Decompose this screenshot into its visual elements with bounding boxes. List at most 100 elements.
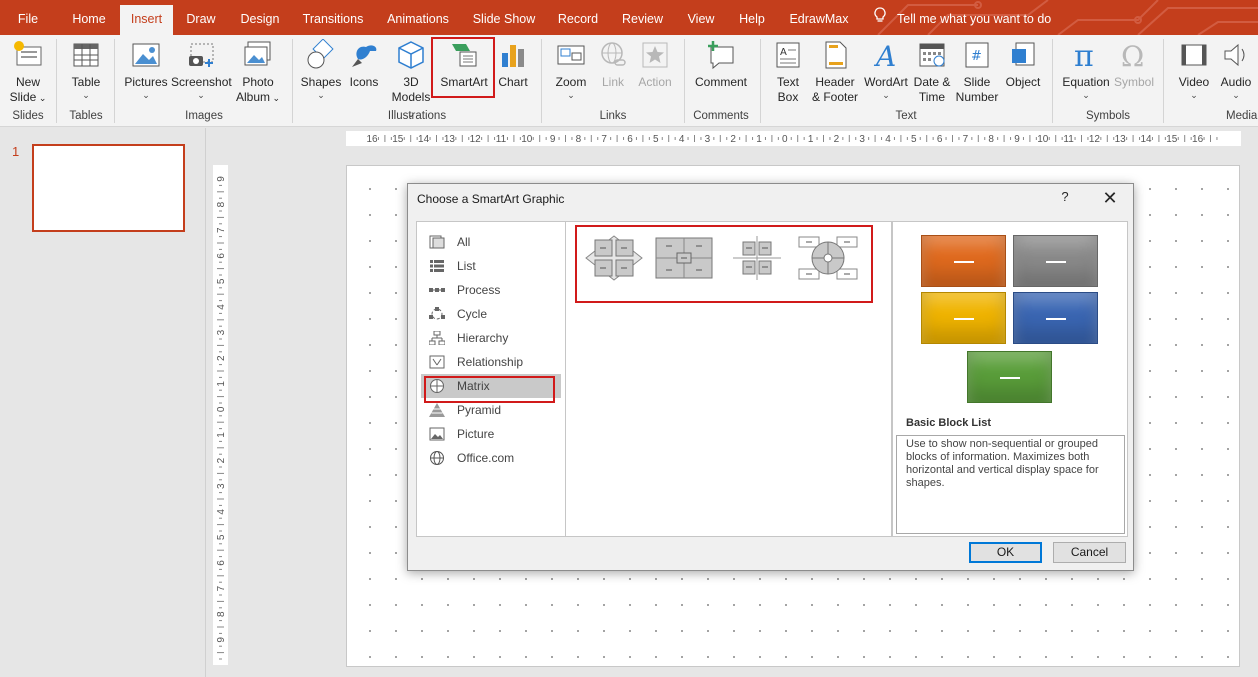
ruler-number: 5: [216, 278, 227, 284]
new-slide-button[interactable]: New Slide ⌄: [6, 39, 50, 106]
category-label: Picture: [457, 427, 495, 441]
category-label: All: [457, 235, 471, 249]
chart-button[interactable]: Chart: [495, 39, 531, 90]
category-process[interactable]: Process: [421, 278, 561, 302]
tab-insert[interactable]: Insert: [120, 5, 173, 35]
svg-text:A: A: [873, 40, 896, 71]
tell-me-text: Tell me what you want to do: [897, 12, 1052, 26]
tab-view[interactable]: View: [680, 6, 722, 35]
text-box-button[interactable]: A Text Box: [766, 39, 810, 105]
group-separator: [1163, 39, 1164, 123]
pi-icon: π: [1074, 39, 1094, 71]
slide-thumbnail[interactable]: [32, 144, 185, 232]
tab-edrawmax[interactable]: EdrawMax: [784, 6, 854, 35]
category-relationship[interactable]: Relationship: [421, 350, 561, 374]
comment-button[interactable]: Comment: [690, 39, 752, 90]
ruler-number: 13: [444, 134, 456, 145]
tab-design[interactable]: Design: [232, 6, 288, 35]
layout-grid-matrix[interactable]: [727, 234, 787, 282]
ruler-number: 11: [1063, 134, 1074, 145]
screenshot-button[interactable]: Screenshot ⌄: [171, 39, 232, 100]
category-office-com[interactable]: Office.com: [421, 446, 561, 470]
link-button[interactable]: Link: [595, 39, 631, 90]
category-label: List: [457, 259, 476, 273]
comment-icon: [708, 41, 734, 70]
ruler-number: 3: [859, 134, 865, 145]
tab-home[interactable]: Home: [64, 6, 114, 35]
category-list-item[interactable]: List: [421, 254, 561, 278]
tab-file[interactable]: File: [6, 6, 50, 35]
pictures-button[interactable]: Pictures ⌄: [122, 39, 170, 100]
group-label-links: Links: [599, 110, 627, 122]
omega-icon: Ω: [1121, 40, 1144, 71]
pictures-label: Pictures: [124, 75, 168, 89]
shapes-label: Shapes: [300, 75, 342, 89]
ruler-number: 8: [988, 134, 994, 145]
slide-number-button[interactable]: # Slide Number: [954, 39, 1000, 105]
tab-draw[interactable]: Draw: [178, 6, 224, 35]
help-button[interactable]: ?: [1056, 189, 1074, 209]
symbol-button[interactable]: Ω Symbol: [1112, 39, 1156, 90]
object-label: Object: [1005, 75, 1041, 89]
tab-record[interactable]: Record: [552, 6, 604, 35]
table-button[interactable]: Table ⌄: [64, 39, 108, 100]
zoom-button[interactable]: Zoom ⌄: [549, 39, 593, 100]
tab-transitions[interactable]: Transitions: [298, 6, 368, 35]
header-footer-button[interactable]: Header & Footer: [810, 39, 860, 105]
svg-text:π: π: [1074, 39, 1094, 71]
ruler-number: 5: [911, 134, 917, 145]
ruler-number: 14: [418, 134, 430, 145]
group-label-media: Media: [1226, 110, 1258, 122]
pictures-dropdown-icon: ⌄: [142, 90, 150, 100]
comment-label: Comment: [694, 75, 747, 89]
ruler-number: 11: [496, 134, 507, 145]
ruler-number: 9: [216, 176, 227, 182]
audio-button[interactable]: Audio ⌄: [1216, 39, 1256, 100]
shapes-button[interactable]: Shapes ⌄: [300, 39, 342, 100]
object-button[interactable]: Object: [1001, 39, 1045, 90]
icons-button[interactable]: Icons: [345, 39, 383, 90]
ruler-number: 7: [216, 585, 227, 591]
shapes-icon: [307, 39, 334, 69]
equation-button[interactable]: π Equation ⌄: [1058, 39, 1114, 100]
category-cycle[interactable]: Cycle: [421, 302, 561, 326]
vertical-ruler-ticks: 9 8 7 6 5 4 3 2 1 0 1 2 3 4 5 6 7 8 9: [216, 176, 227, 660]
svg-text:A: A: [780, 47, 787, 58]
link-globe-icon: [601, 42, 626, 66]
layout-cycle-matrix[interactable]: [798, 234, 858, 282]
group-label-comments: Comments: [693, 110, 749, 122]
ruler-number: 6: [627, 134, 633, 145]
photo-album-button[interactable]: Photo Album ⌄: [233, 39, 283, 106]
wordart-button[interactable]: A WordArt ⌄: [861, 39, 911, 100]
layout-titled-matrix[interactable]: [654, 234, 714, 282]
tab-animations[interactable]: Animations: [380, 6, 456, 35]
tab-slide-show[interactable]: Slide Show: [468, 6, 540, 35]
film-icon: [1181, 44, 1207, 66]
category-all[interactable]: All: [421, 230, 561, 254]
layout-basic-matrix[interactable]: [584, 234, 644, 282]
tab-help[interactable]: Help: [731, 6, 773, 35]
tab-review[interactable]: Review: [615, 6, 670, 35]
slide-number-label-1: Slide: [963, 75, 991, 89]
cancel-button[interactable]: Cancel: [1053, 542, 1126, 563]
relationship-icon: [429, 355, 445, 369]
object-icon: [1012, 42, 1035, 66]
audio-dropdown-icon: ⌄: [1232, 90, 1240, 100]
tell-me-search[interactable]: Tell me what you want to do: [873, 6, 1051, 32]
close-button[interactable]: ✕: [1098, 187, 1122, 209]
video-button[interactable]: Video ⌄: [1172, 39, 1216, 100]
ruler-number: 14: [1140, 134, 1152, 145]
ruler-number: 6: [216, 560, 227, 566]
wordart-dropdown-icon: ⌄: [882, 90, 890, 100]
category-hierarchy[interactable]: Hierarchy: [421, 326, 561, 350]
category-picture[interactable]: Picture: [421, 422, 561, 446]
ok-button[interactable]: OK: [969, 542, 1042, 563]
slide-thumbnail-number: 1: [12, 144, 20, 159]
action-star-icon: [642, 42, 668, 68]
video-dropdown-icon: ⌄: [1190, 90, 1198, 100]
symbol-label: Symbol: [1113, 75, 1154, 89]
date-time-button[interactable]: Date & Time: [911, 39, 953, 105]
preview-block-gray: [1013, 235, 1098, 287]
photo-album-label-1: Photo: [242, 75, 274, 89]
action-button[interactable]: Action: [634, 39, 676, 90]
